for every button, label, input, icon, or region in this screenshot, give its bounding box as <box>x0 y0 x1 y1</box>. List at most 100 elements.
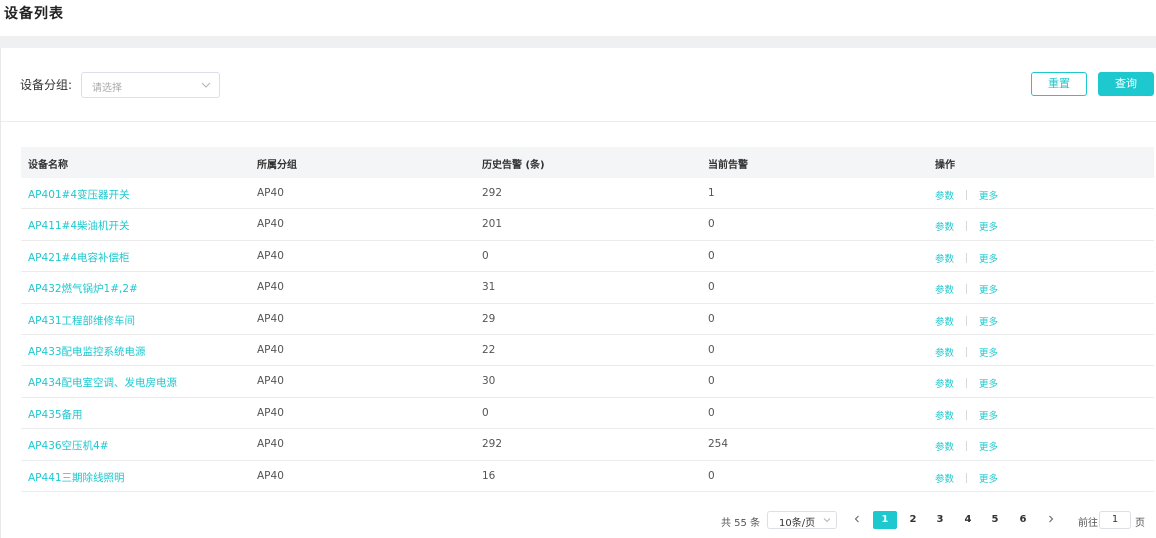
group-select[interactable]: 请选择 <box>81 72 220 98</box>
action-divider <box>966 346 968 357</box>
more-link[interactable]: 更多 <box>979 474 998 485</box>
table-row: AP431工程部维修车间 AP40 29 0 参数 更多 <box>21 304 1154 335</box>
page-button-4[interactable]: 4 <box>956 511 980 529</box>
page-header: 设备列表 <box>0 0 1156 36</box>
page-button-1[interactable]: 1 <box>873 511 897 529</box>
params-link[interactable]: 参数 <box>935 254 954 265</box>
params-link[interactable]: 参数 <box>935 379 954 390</box>
device-name-link[interactable]: AP434配电室空调、发电房电源 <box>28 375 177 390</box>
chevron-right-icon[interactable] <box>1045 513 1057 525</box>
history-alarm-count: 22 <box>482 343 496 356</box>
table-row: AP433配电监控系统电源 AP40 22 0 参数 更多 <box>21 335 1154 367</box>
filter-bar: 设备分组: 请选择 重置 查询 <box>1 48 1156 122</box>
action-divider <box>966 190 968 200</box>
params-link[interactable]: 参数 <box>935 411 954 422</box>
row-actions: 参数 更多 <box>935 376 998 390</box>
more-link[interactable]: 更多 <box>979 442 998 453</box>
header-divider <box>0 36 1156 48</box>
history-alarm-count: 292 <box>482 438 503 451</box>
page-title: 设备列表 <box>4 6 64 22</box>
page-button-2[interactable]: 2 <box>901 511 925 529</box>
table-row: AP401#4变压器开关 AP40 292 1 参数 更多 <box>21 178 1154 210</box>
device-name-link[interactable]: AP433配电监控系统电源 <box>28 344 146 359</box>
current-alarm-count: 0 <box>708 249 715 262</box>
current-alarm-count: 0 <box>708 469 715 482</box>
params-link[interactable]: 参数 <box>935 348 954 359</box>
history-alarm-count: 30 <box>482 375 496 388</box>
device-name-link[interactable]: AP432燃气锅炉1#,2# <box>28 281 138 296</box>
action-divider <box>966 441 968 452</box>
params-link[interactable]: 参数 <box>935 222 954 233</box>
action-divider <box>966 409 968 420</box>
query-button[interactable]: 查询 <box>1098 72 1154 96</box>
history-alarm-count: 292 <box>482 187 503 199</box>
goto-label: 前往 <box>1078 518 1098 529</box>
row-actions: 参数 更多 <box>935 345 998 359</box>
params-link[interactable]: 参数 <box>935 474 954 485</box>
more-link[interactable]: 更多 <box>979 317 998 328</box>
group-select-placeholder: 请选择 <box>92 83 122 94</box>
device-name-link[interactable]: AP435备用 <box>28 407 83 422</box>
row-actions: 参数 更多 <box>935 439 998 453</box>
device-group: AP40 <box>257 438 284 451</box>
device-group: AP40 <box>257 249 284 262</box>
device-name-link[interactable]: AP441三期除线照明 <box>28 470 125 485</box>
reset-button[interactable]: 重置 <box>1031 72 1087 96</box>
params-link[interactable]: 参数 <box>935 442 954 453</box>
page-button-3[interactable]: 3 <box>928 511 952 529</box>
history-alarm-count: 0 <box>482 249 489 262</box>
column-header-actions: 操作 <box>935 160 955 171</box>
pagination: 共 55 条 10条/页 1 2 3 4 5 6 前往 1 页 <box>1 510 1156 530</box>
more-link[interactable]: 更多 <box>979 348 998 359</box>
current-alarm-count: 0 <box>708 312 715 325</box>
more-link[interactable]: 更多 <box>979 285 998 296</box>
chevron-down-icon <box>201 82 211 88</box>
table-row: AP434配电室空调、发电房电源 AP40 30 0 参数 更多 <box>21 366 1154 398</box>
history-alarm-count: 16 <box>482 469 496 482</box>
device-name-link[interactable]: AP431工程部维修车间 <box>28 313 135 328</box>
current-alarm-count: 0 <box>708 218 715 231</box>
device-group: AP40 <box>257 343 284 356</box>
row-actions: 参数 更多 <box>935 314 998 328</box>
more-link[interactable]: 更多 <box>979 379 998 390</box>
page-button-6[interactable]: 6 <box>1011 511 1035 529</box>
current-alarm-count: 0 <box>708 343 715 356</box>
device-name-link[interactable]: AP411#4柴油机开关 <box>28 218 130 233</box>
column-header-device-name: 设备名称 <box>28 160 68 171</box>
table-row: AP436空压机4# AP40 292 254 参数 更多 <box>21 429 1154 461</box>
row-actions: 参数 更多 <box>935 282 998 296</box>
device-name-link[interactable]: AP401#4变压器开关 <box>28 187 130 202</box>
action-divider <box>966 315 968 326</box>
more-link[interactable]: 更多 <box>979 411 998 422</box>
goto-page-input[interactable]: 1 <box>1099 511 1131 529</box>
row-actions: 参数 更多 <box>935 219 998 233</box>
current-alarm-count: 0 <box>708 406 715 419</box>
chevron-left-icon[interactable] <box>851 513 863 525</box>
page-button-5[interactable]: 5 <box>983 511 1007 529</box>
device-group: AP40 <box>257 312 284 325</box>
device-group: AP40 <box>257 187 284 199</box>
more-link[interactable]: 更多 <box>979 254 998 265</box>
device-group: AP40 <box>257 281 284 294</box>
device-group: AP40 <box>257 406 284 419</box>
total-count: 共 55 条 <box>721 518 761 529</box>
row-actions: 参数 更多 <box>935 471 998 485</box>
current-alarm-count: 0 <box>708 281 715 294</box>
chevron-down-icon <box>823 518 831 523</box>
page-size-value: 10条/页 <box>779 518 816 529</box>
group-filter-label: 设备分组: <box>20 78 73 92</box>
device-name-link[interactable]: AP421#4电容补偿柜 <box>28 250 130 265</box>
more-link[interactable]: 更多 <box>979 222 998 233</box>
device-name-link[interactable]: AP436空压机4# <box>28 438 109 453</box>
params-link[interactable]: 参数 <box>935 191 954 202</box>
row-actions: 参数 更多 <box>935 188 998 202</box>
table-row: AP435备用 AP40 0 0 参数 更多 <box>21 398 1154 430</box>
more-link[interactable]: 更多 <box>979 191 998 202</box>
table-row: AP421#4电容补偿柜 AP40 0 0 参数 更多 <box>21 241 1154 273</box>
table-body: AP401#4变压器开关 AP40 292 1 参数 更多 AP411#4柴油机开关 AP40… <box>21 178 1154 492</box>
page-size-select[interactable]: 10条/页 <box>767 511 837 529</box>
params-link[interactable]: 参数 <box>935 285 954 296</box>
current-alarm-count: 254 <box>708 438 729 451</box>
params-link[interactable]: 参数 <box>935 317 954 328</box>
action-divider <box>966 378 968 389</box>
